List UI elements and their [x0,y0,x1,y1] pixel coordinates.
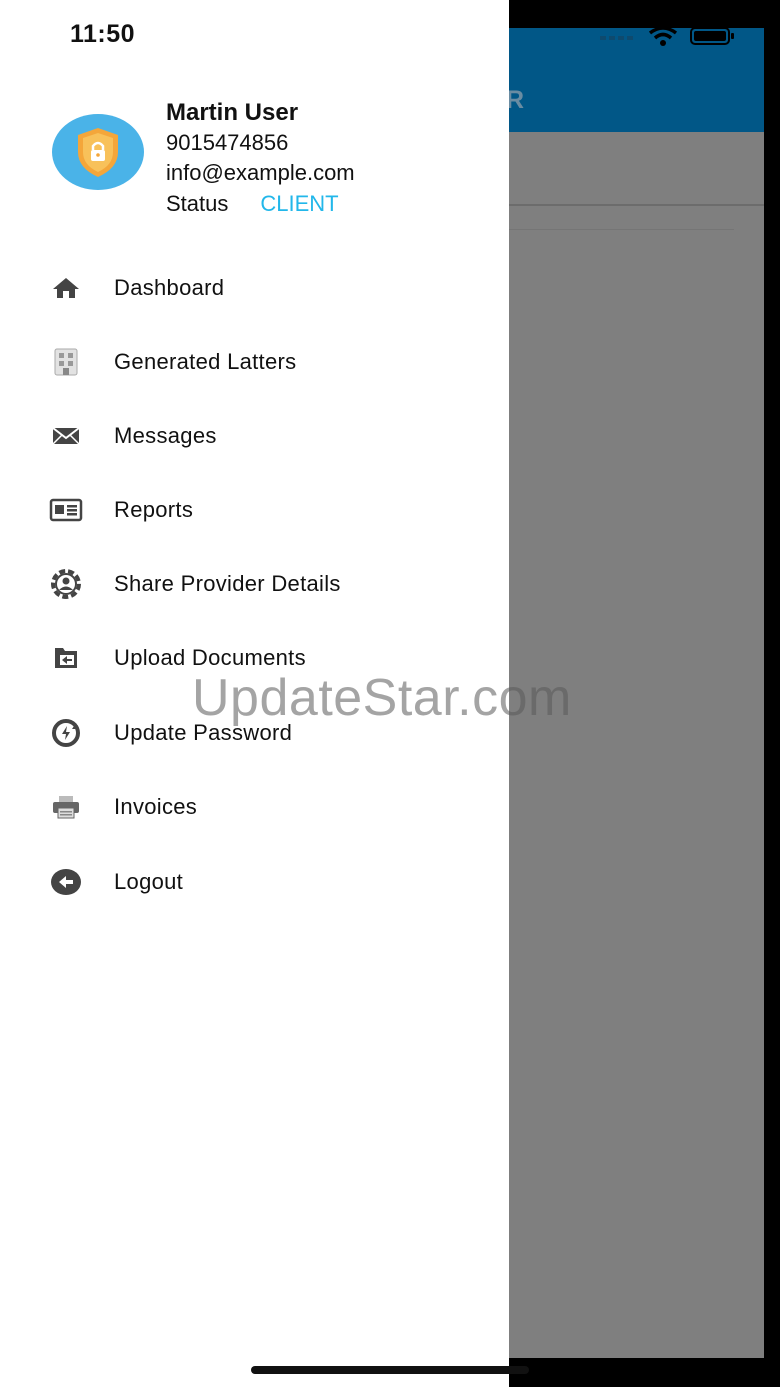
logout-icon [44,862,88,902]
battery-icon [690,27,734,45]
folder-upload-icon [44,638,88,678]
status-value: CLIENT [260,191,339,216]
home-indicator[interactable] [251,1366,529,1374]
avatar [52,114,144,190]
divider [508,204,764,206]
menu-item-invoices[interactable]: Invoices [0,772,509,842]
user-gear-icon [44,564,88,604]
profile-phone: 9015474856 [166,130,289,155]
status-icons [600,26,736,46]
divider [508,229,734,230]
menu-item-reports[interactable]: Reports [0,475,509,545]
home-icon [44,268,88,308]
newspaper-icon [44,490,88,530]
building-icon [44,342,88,382]
status-time: 11:50 [70,20,136,48]
menu-item-messages[interactable]: Messages [0,401,509,471]
envelope-icon [44,416,88,456]
watermark: UpdateStar.com [192,669,572,727]
signal-icon [600,36,633,40]
menu-item-label: Messages [114,423,217,448]
menu-item-share-provider-details[interactable]: Share Provider Details [0,549,509,619]
profile-info: Martin User 9015474856 info@example.com … [166,97,355,219]
status-label: Status [166,191,229,216]
menu-item-label: Invoices [114,794,198,819]
profile-name: Martin User [166,99,299,126]
menu-item-label: Share Provider Details [114,571,341,596]
menu-item-label: Generated Latters [114,349,297,374]
menu-item-label: Dashboard [114,275,225,300]
printer-icon [44,787,88,827]
menu-item-dashboard[interactable]: Dashboard [0,253,509,323]
wifi-icon [648,26,678,46]
profile-status-row: Status CLIENT [166,188,355,219]
menu-item-logout[interactable]: Logout [0,847,509,917]
lock-refresh-icon [44,713,88,753]
menu-item-label: Logout [114,869,184,894]
menu-item-generated-latters[interactable]: Generated Latters [0,327,509,397]
menu-item-label: Reports [114,497,194,522]
profile-email: info@example.com [166,160,355,185]
